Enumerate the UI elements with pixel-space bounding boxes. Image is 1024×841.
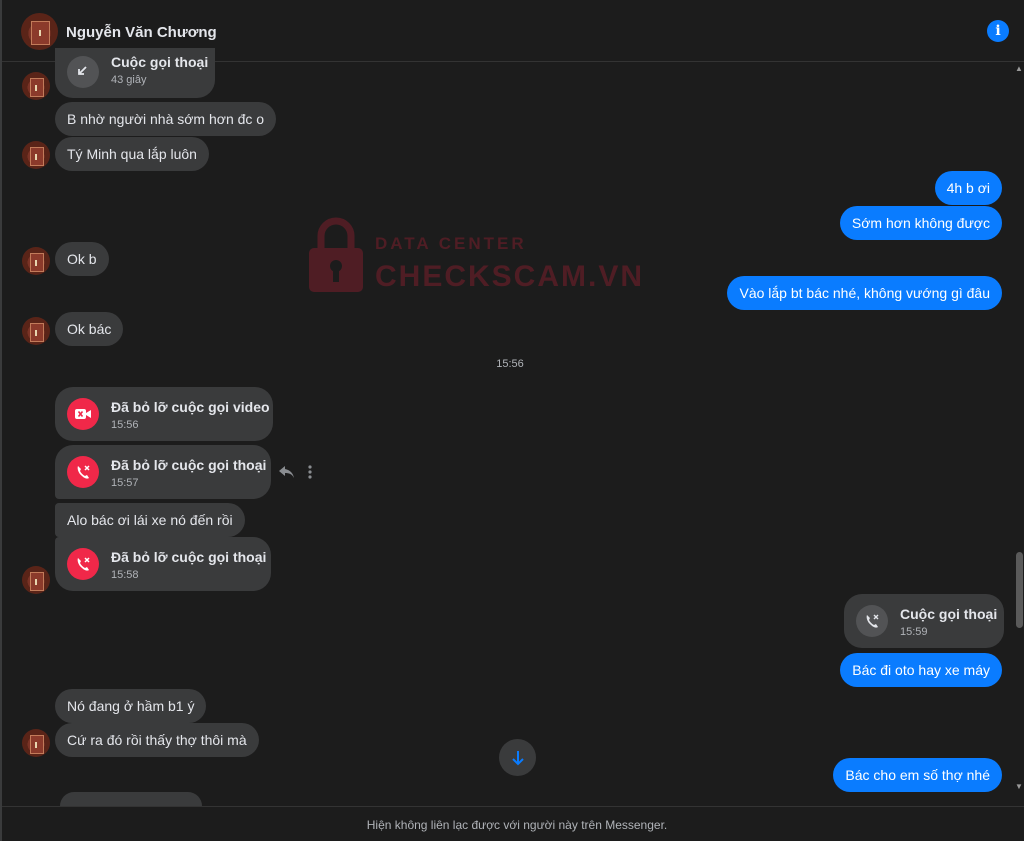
message-incoming-partial [60,792,202,806]
video-camera-missed-icon [67,398,99,430]
missed-video-call-card[interactable]: Đã bỏ lỡ cuộc gọi video 15:56 [55,387,273,441]
missed-voice-call-card[interactable]: Đã bỏ lỡ cuộc gọi thoại 15:57 [55,445,271,499]
message-outgoing[interactable]: Sớm hơn không được [839,206,1002,240]
chat-scrollbar[interactable]: ▲ ▼ [1013,62,1024,800]
more-options-icon[interactable] [307,464,313,480]
message-incoming[interactable]: Tý Minh qua lắp luôn [55,137,209,171]
contact-name[interactable]: Nguyễn Văn Chương [66,24,217,41]
call-title: Đã bỏ lỡ cuộc gọi thoại [111,549,267,565]
contact-avatar-small [22,317,50,345]
info-icon[interactable]: i [987,20,1009,42]
reply-icon[interactable] [278,464,296,480]
call-title: Đã bỏ lỡ cuộc gọi video [111,399,270,415]
phone-missed-icon [67,456,99,488]
message-outgoing[interactable]: Bác đi oto hay xe máy [840,653,1002,687]
message-incoming[interactable]: Ok bác [55,312,124,346]
checkscam-watermark: DATA CENTER CHECKSCAM.VN [307,216,647,296]
message-incoming[interactable]: Nó đang ở hầm b1 ý [55,689,207,723]
scroll-up-arrow-icon[interactable]: ▲ [1015,64,1023,73]
message-incoming[interactable]: Alo bác ơi lái xe nó đến rồi [55,503,245,537]
phone-ended-icon [856,605,888,637]
phone-missed-icon [67,548,99,580]
padlock-icon [309,217,363,292]
call-time: 15:57 [111,477,139,489]
message-incoming[interactable]: Ok b [55,242,109,276]
composer-area: Hiện không liên lạc được với người này t… [2,806,1024,841]
contact-avatar-small [22,566,50,594]
scroll-to-bottom-button[interactable] [499,739,536,776]
contact-avatar-small [22,247,50,275]
call-title: Cuộc gọi thoại [111,54,209,70]
contact-avatar-small [22,729,50,757]
watermark-subtitle: DATA CENTER [375,234,527,253]
call-icon [67,56,99,88]
call-duration: 43 giây [111,74,147,86]
arrow-down-icon [511,750,524,765]
scrollbar-thumb[interactable] [1016,552,1023,628]
contact-avatar-small [22,72,50,100]
missed-voice-call-card[interactable]: Đã bỏ lỡ cuộc gọi thoại 15:58 [55,537,271,591]
contact-avatar-small [22,141,50,169]
message-outgoing[interactable]: Bác cho em số thợ nhé [833,758,1002,792]
message-incoming[interactable]: B nhờ người nhà sớm hơn đc o [55,102,277,136]
call-card-voice[interactable]: Cuộc gọi thoại 43 giây [55,48,215,98]
chat-timestamp: 15:56 [496,358,524,370]
scroll-down-arrow-icon[interactable]: ▼ [1015,782,1023,791]
unavailable-notice: Hiện không liên lạc được với người này t… [366,818,668,832]
message-outgoing[interactable]: 4h b ơi [934,171,1002,205]
messenger-window: Nguyễn Văn Chương i DATA CENTER CHECKSCA… [0,0,1024,841]
call-time: 15:58 [111,569,139,581]
message-incoming[interactable]: Cứ ra đó rồi thấy thợ thôi mà [55,723,259,757]
call-time: 15:59 [900,626,928,638]
outgoing-voice-call-card[interactable]: Cuộc gọi thoại 15:59 [844,594,1004,648]
call-title: Đã bỏ lỡ cuộc gọi thoại [111,457,267,473]
message-actions [278,462,318,482]
contact-avatar[interactable] [21,13,58,50]
message-outgoing[interactable]: Vào lắp bt bác nhé, không vướng gì đâu [727,276,1002,310]
call-time: 15:56 [111,419,139,431]
call-title: Cuộc gọi thoại [900,606,998,622]
watermark-title: CHECKSCAM.VN [375,260,645,293]
